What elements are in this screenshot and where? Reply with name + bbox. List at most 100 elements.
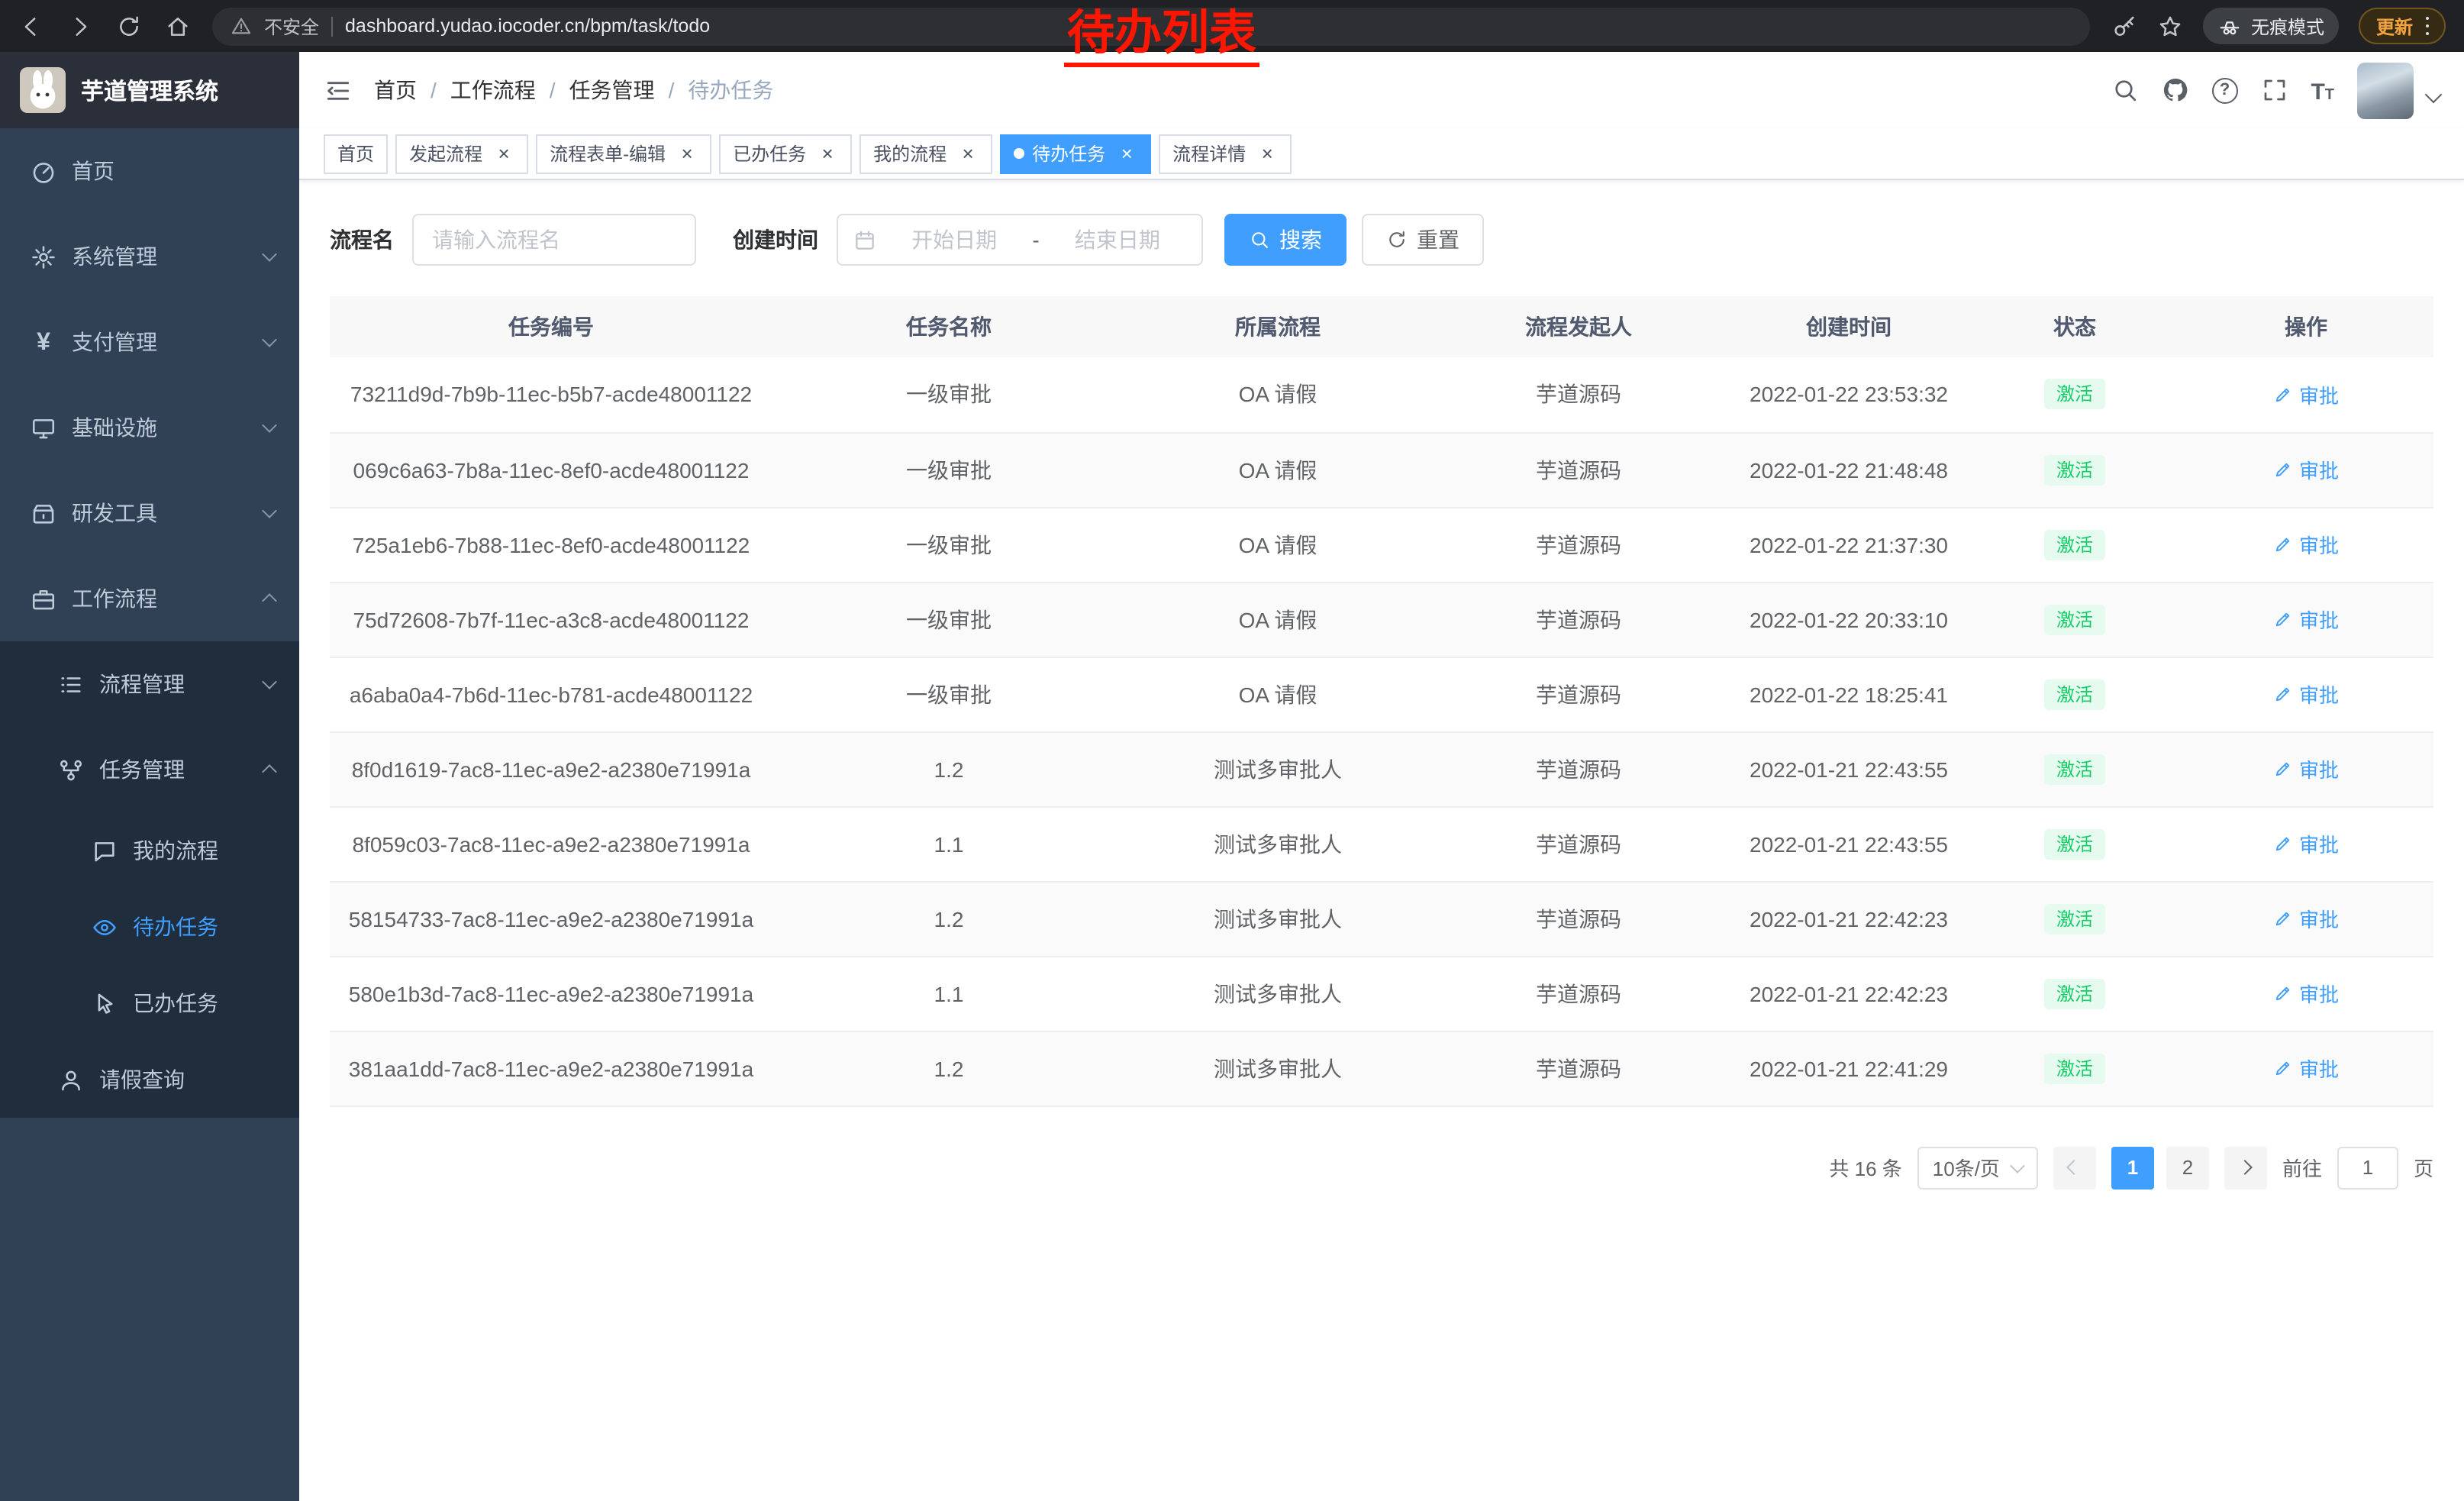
create-time-label: 创建时间 — [733, 224, 818, 255]
font-size-icon[interactable] — [2311, 76, 2334, 104]
sidebar-item-payment[interactable]: ¥支付管理 — [0, 299, 299, 385]
approve-label: 审批 — [2299, 754, 2339, 783]
approve-link[interactable]: 审批 — [2273, 1054, 2339, 1083]
chat-icon — [92, 838, 118, 863]
tab-process-detail[interactable]: 流程详情× — [1159, 134, 1292, 173]
process-name-input[interactable] — [412, 214, 696, 266]
column-header: 操作 — [2179, 296, 2433, 357]
omnibox-divider — [331, 16, 333, 36]
tab-start-process[interactable]: 发起流程× — [395, 134, 528, 173]
browser-menu-dots-icon[interactable] — [2425, 17, 2429, 36]
tab-my-process[interactable]: 我的流程× — [859, 134, 992, 173]
sidebar-item-task-mgmt[interactable]: 任务管理 — [0, 727, 299, 812]
bookmark-star-icon[interactable] — [2158, 13, 2184, 39]
user-avatar[interactable] — [2357, 62, 2414, 118]
sidebar-collapse-icon[interactable] — [324, 76, 353, 105]
cell-process: 测试多审批人 — [1125, 1031, 1430, 1106]
cell-status: 激活 — [1971, 507, 2179, 582]
approve-link[interactable]: 审批 — [2273, 679, 2339, 709]
tab-close-icon[interactable]: × — [1116, 143, 1137, 164]
cell-id: 725a1eb6-7b88-11ec-8ef0-acde48001122 — [330, 507, 772, 582]
prev-page-button[interactable] — [2053, 1146, 2096, 1189]
tab-close-icon[interactable]: × — [1256, 143, 1278, 164]
approve-link[interactable]: 审批 — [2273, 530, 2339, 559]
update-button[interactable]: 更新 — [2359, 8, 2446, 44]
sidebar-item-workflow[interactable]: 工作流程 — [0, 556, 299, 641]
search-icon[interactable] — [2111, 76, 2138, 104]
github-icon[interactable] — [2161, 76, 2188, 104]
chevron-down-icon — [262, 674, 277, 689]
sidebar-item-process-mgmt[interactable]: 流程管理 — [0, 641, 299, 727]
search-button[interactable]: 搜索 — [1224, 214, 1346, 266]
approve-link[interactable]: 审批 — [2273, 455, 2339, 484]
page-size-select[interactable]: 10条/页 — [1917, 1146, 2038, 1189]
reload-icon[interactable] — [116, 13, 142, 39]
home-icon[interactable] — [165, 13, 191, 39]
approve-link[interactable]: 审批 — [2273, 605, 2339, 634]
end-date-placeholder: 结束日期 — [1049, 224, 1186, 255]
security-label: 不安全 — [264, 13, 319, 39]
cell-id: 73211d9d-7b9b-11ec-b5b7-acde48001122 — [330, 357, 772, 432]
password-key-icon[interactable] — [2112, 13, 2138, 39]
back-icon[interactable] — [18, 13, 44, 39]
edit-icon — [2273, 609, 2293, 629]
eye-icon — [92, 914, 118, 940]
table-row: 069c6a63-7b8a-11ec-8ef0-acde48001122一级审批… — [330, 432, 2433, 507]
sidebar-item-label: 支付管理 — [72, 327, 249, 357]
edit-icon — [2273, 684, 2293, 704]
next-page-button[interactable] — [2224, 1146, 2267, 1189]
cell-process: 测试多审批人 — [1125, 731, 1430, 806]
forward-icon[interactable] — [67, 13, 93, 39]
sidebar-item-done-task[interactable]: 已办任务 — [0, 965, 299, 1041]
tab-home[interactable]: 首页 — [324, 134, 388, 173]
cell-name: 1.1 — [772, 956, 1125, 1031]
page-size-value: 10条/页 — [1933, 1153, 2000, 1182]
table-row: 75d72608-7b7f-11ec-a3c8-acde48001122一级审批… — [330, 582, 2433, 657]
page-button-2[interactable]: 2 — [2166, 1146, 2209, 1189]
cell-process: 测试多审批人 — [1125, 881, 1430, 956]
tab-todo-task[interactable]: 待办任务× — [1000, 134, 1151, 173]
sidebar-item-system[interactable]: 系统管理 — [0, 214, 299, 299]
goto-page-input[interactable] — [2337, 1146, 2398, 1189]
approve-link[interactable]: 审批 — [2273, 904, 2339, 933]
column-header: 任务编号 — [330, 296, 772, 357]
help-icon[interactable] — [2211, 77, 2237, 103]
cell-starter: 芋道源码 — [1430, 657, 1727, 731]
breadcrumb-item[interactable]: 任务管理 — [569, 75, 655, 105]
sidebar-item-my-process[interactable]: 我的流程 — [0, 812, 299, 889]
reset-button[interactable]: 重置 — [1362, 214, 1484, 266]
status-badge: 激活 — [2044, 529, 2105, 560]
search-button-label: 搜索 — [1279, 224, 1322, 255]
tab-close-icon[interactable]: × — [676, 143, 698, 164]
sidebar-item-infrastructure[interactable]: 基础设施 — [0, 385, 299, 470]
cell-name: 一级审批 — [772, 357, 1125, 432]
annotation-text: 待办列表 — [1064, 8, 1259, 66]
page-button-1[interactable]: 1 — [2111, 1146, 2154, 1189]
tab-label: 首页 — [337, 140, 374, 166]
fullscreen-icon[interactable] — [2260, 76, 2288, 104]
sidebar-item-home[interactable]: 首页 — [0, 128, 299, 214]
sidebar-item-todo-task[interactable]: 待办任务 — [0, 889, 299, 965]
cell-name: 一级审批 — [772, 657, 1125, 731]
tab-close-icon[interactable]: × — [493, 143, 514, 164]
table-row: a6aba0a4-7b6d-11ec-b781-acde48001122一级审批… — [330, 657, 2433, 731]
cell-name: 1.1 — [772, 806, 1125, 881]
date-range-picker[interactable]: 开始日期 - 结束日期 — [837, 214, 1203, 266]
tab-close-icon[interactable]: × — [957, 143, 979, 164]
tab-process-form-edit[interactable]: 流程表单-编辑× — [536, 134, 711, 173]
total-count: 共 16 条 — [1829, 1153, 1901, 1182]
incognito-badge: 无痕模式 — [2204, 8, 2340, 44]
approve-link[interactable]: 审批 — [2273, 979, 2339, 1008]
breadcrumb-item[interactable]: 首页 — [374, 75, 417, 105]
cell-status: 激活 — [1971, 582, 2179, 657]
approve-link[interactable]: 审批 — [2273, 754, 2339, 783]
approve-link[interactable]: 审批 — [2273, 829, 2339, 858]
breadcrumb-item[interactable]: 工作流程 — [450, 75, 536, 105]
tab-close-icon[interactable]: × — [817, 143, 838, 164]
sidebar-item-leave-query[interactable]: 请假查询 — [0, 1041, 299, 1118]
avatar-caret-icon[interactable] — [2425, 86, 2443, 103]
tab-done-task[interactable]: 已办任务× — [719, 134, 852, 173]
approve-link[interactable]: 审批 — [2273, 380, 2339, 409]
cell-time: 2022-01-22 20:33:10 — [1727, 582, 1971, 657]
sidebar-item-devtools[interactable]: 研发工具 — [0, 470, 299, 556]
